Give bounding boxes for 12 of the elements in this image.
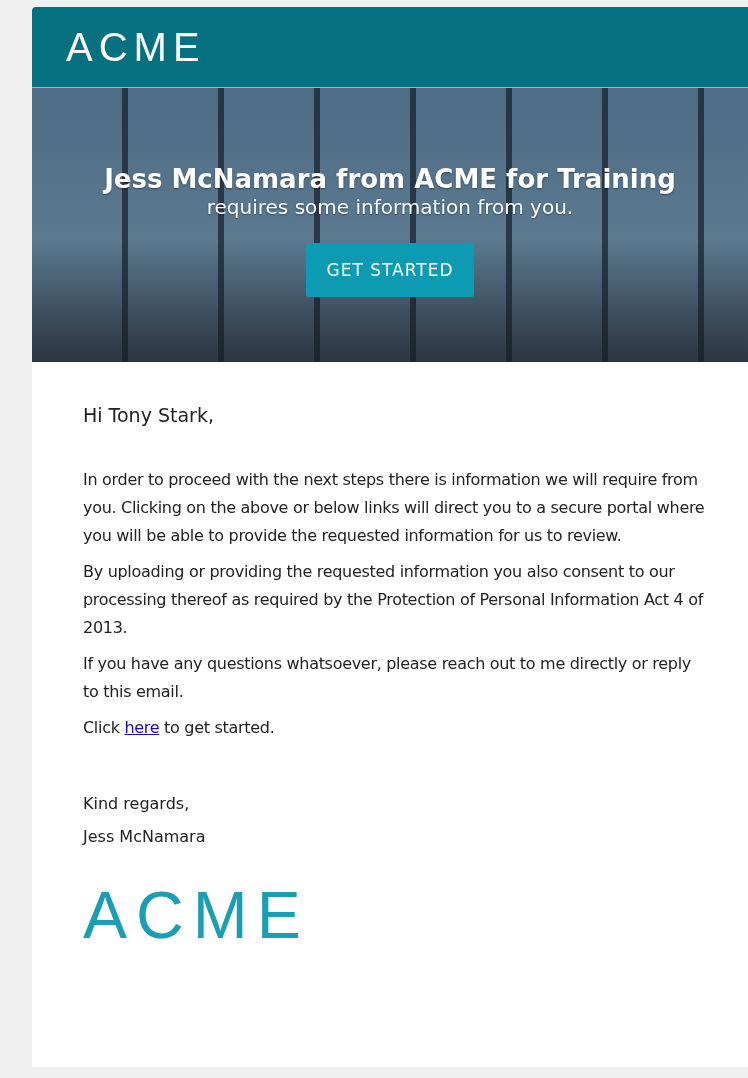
paragraph: Click here to get started. [83, 717, 276, 739]
signature: Jess McNamara [83, 827, 207, 846]
here-link[interactable]: here [124, 718, 160, 737]
paragraph: By uploading or providing the requested information you also consent to our processing thereof as required by the Protection of Personal Information Act 4 of 2013. [83, 561, 705, 639]
paragraph: In order to proceed with the next steps there is information we will require from you. Clicking on the above or below links will direct you to a secure portal where you will be able to provide the requested information for us to review. [83, 469, 706, 547]
hero-subtitle: requires some information from you. [206, 195, 574, 219]
hero-title: Jess McNamara from ACME for Training [104, 163, 676, 195]
logo: ACME [66, 27, 206, 67]
closing: Kind regards, [83, 794, 191, 813]
footer-logo: ACME [83, 882, 311, 948]
greeting: Hi Tony Stark, [83, 404, 215, 426]
paragraph: If you have any questions whatsoever, please reach out to me directly or reply to this email. [83, 653, 692, 703]
